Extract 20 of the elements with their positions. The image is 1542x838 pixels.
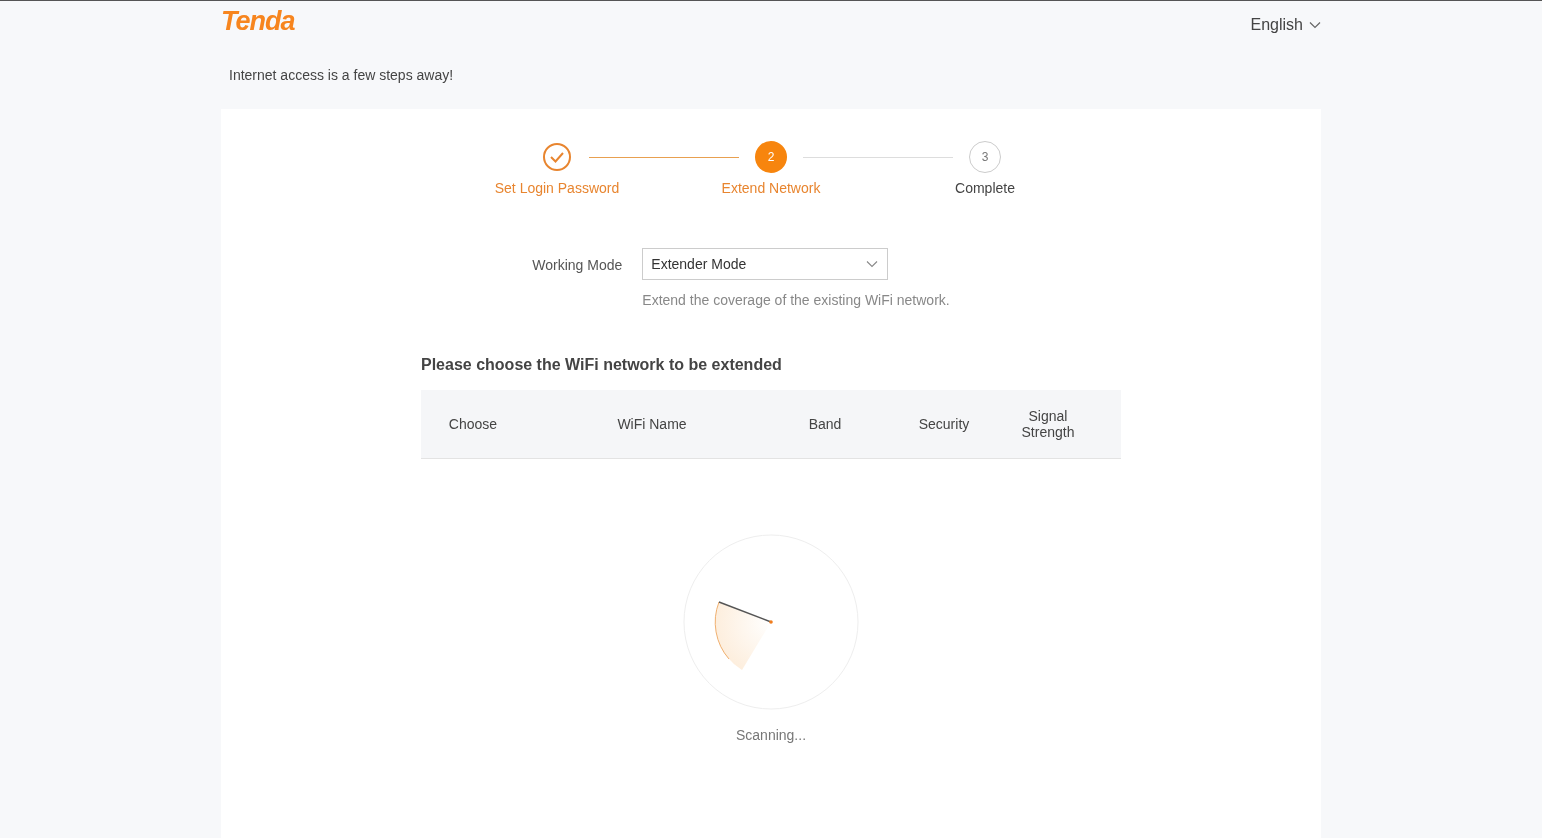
mode-dropdown[interactable]: Extender Mode [642, 248, 889, 280]
step-label: Complete [955, 180, 1015, 196]
logo: Tenda [221, 5, 295, 37]
column-header: Security [917, 416, 971, 432]
chevron-down-icon [1309, 21, 1321, 29]
step-label: Extend Network [721, 180, 821, 196]
column-header: Signal Strength [1020, 408, 1076, 440]
section-title: Please choose the WiFi network to be extended [421, 356, 783, 374]
language-dropdown[interactable]: English [1250, 16, 1321, 34]
field-label: Working Mode [532, 257, 623, 275]
step-number: 2 [755, 141, 787, 173]
check-icon [541, 141, 573, 173]
chevron-down-icon [866, 260, 879, 268]
column-header: WiFi Name [616, 416, 688, 432]
tagline: Internet access is a few steps away! [228, 66, 455, 85]
step-label: Set Login Password [494, 180, 620, 196]
column-header: Choose [447, 416, 499, 432]
hint-text: Extend the coverage of the existing WiFi network. [642, 292, 950, 308]
column-header: Band [807, 416, 843, 432]
scanning-status: Scanning... [735, 727, 807, 743]
